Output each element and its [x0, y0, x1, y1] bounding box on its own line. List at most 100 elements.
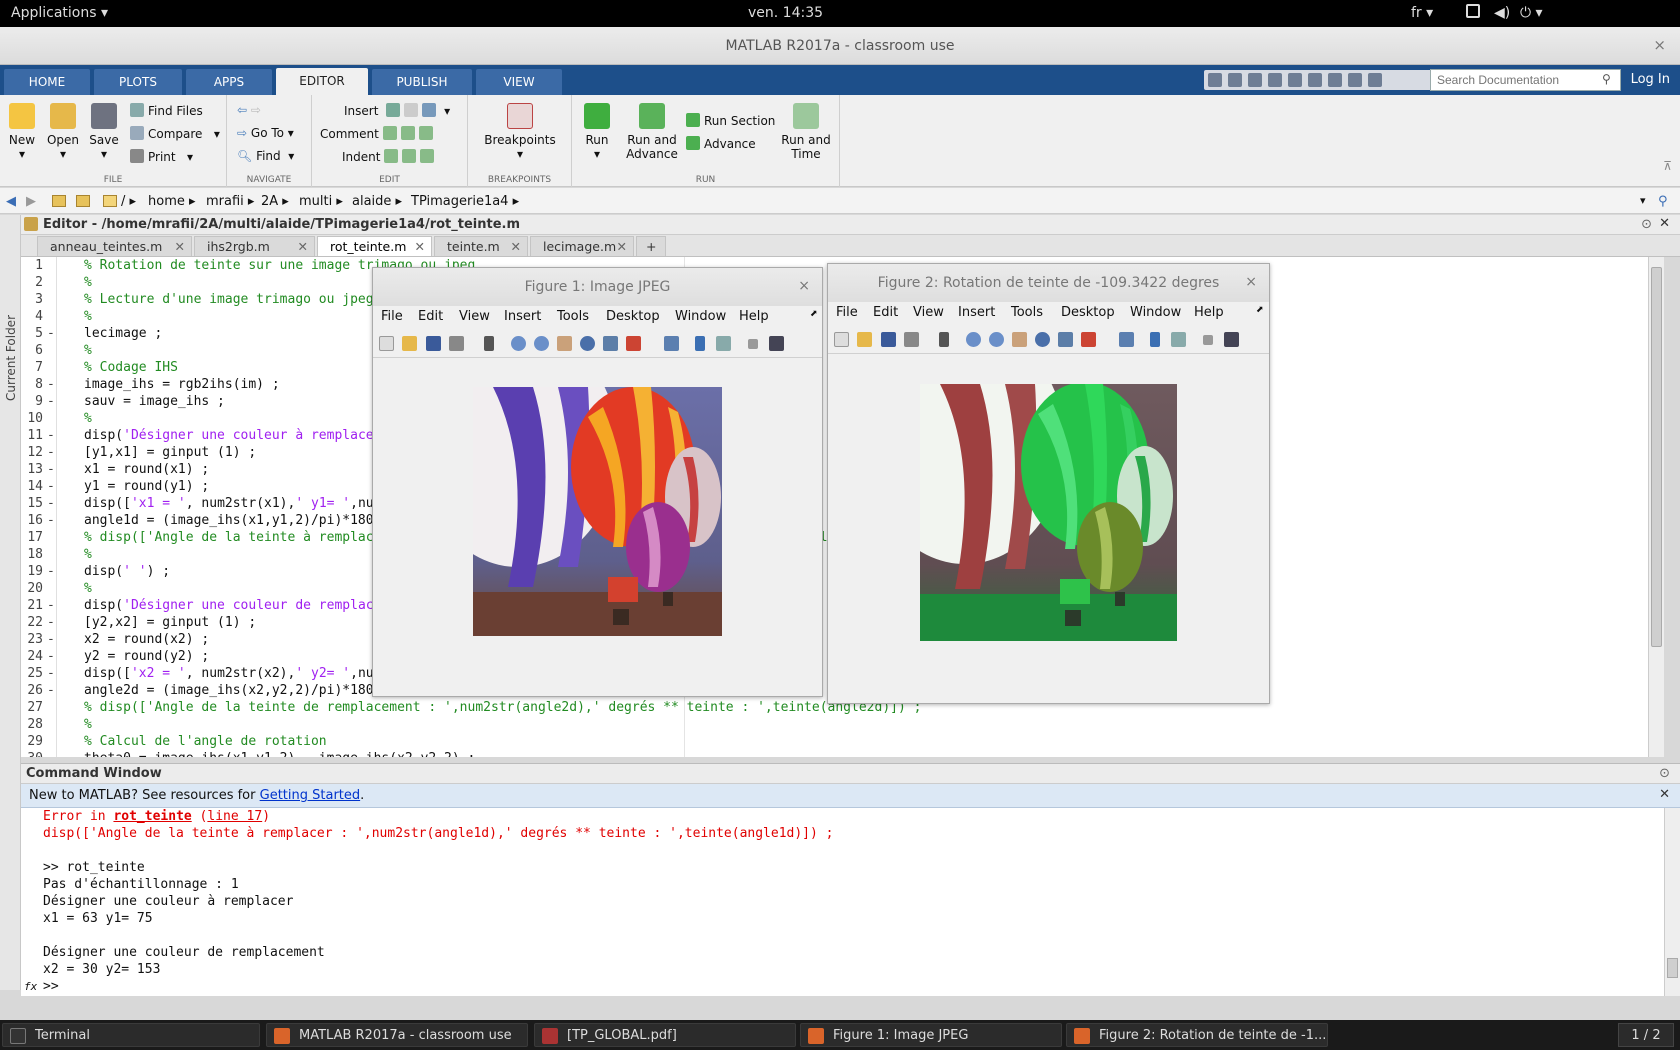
compare-button[interactable]: Compare ▾ — [130, 126, 220, 141]
save-button[interactable]: Save ▾ — [86, 103, 122, 161]
applications-menu[interactable]: Applications ▾ — [11, 5, 108, 21]
code-line[interactable]: 30- theta0 = image_ihs(x1,y1,2) - image_i… — [21, 750, 1641, 757]
undo-icon[interactable] — [1308, 73, 1322, 87]
editor-close-icon[interactable]: ✕ — [1659, 216, 1670, 231]
menu-help[interactable]: Help — [739, 309, 769, 324]
language-indicator[interactable]: fr ▾ — [1411, 5, 1433, 21]
volume-icon[interactable]: ◀) — [1494, 5, 1510, 21]
copy-icon[interactable] — [1268, 73, 1282, 87]
search-documentation-input[interactable] — [1430, 69, 1621, 91]
code-line[interactable]: 28% — [21, 716, 1641, 733]
breakpoint-marker[interactable]: - — [47, 478, 55, 495]
link-plot-icon[interactable] — [664, 336, 679, 351]
browse-folder-icon[interactable] — [76, 195, 90, 207]
path-dropdown-icon[interactable]: ▾ — [1640, 194, 1646, 207]
advance-button[interactable]: Advance — [686, 136, 756, 151]
menu-view[interactable]: View — [913, 305, 944, 320]
breakpoint-marker[interactable]: - — [47, 682, 55, 699]
tab-plots[interactable]: PLOTS — [94, 69, 182, 95]
switch-windows-icon[interactable] — [1348, 73, 1362, 87]
colorbar-icon[interactable] — [695, 336, 705, 351]
menu-desktop[interactable]: Desktop — [606, 309, 660, 324]
banner-close-icon[interactable]: ✕ — [1659, 787, 1670, 802]
breakpoint-marker[interactable]: - — [47, 393, 55, 410]
up-folder-icon[interactable] — [52, 195, 66, 207]
breakpoint-marker[interactable]: - — [47, 750, 55, 757]
hide-plot-tools-icon[interactable] — [748, 339, 758, 349]
colorbar-icon[interactable] — [1150, 332, 1160, 347]
save-figure-icon[interactable] — [426, 336, 441, 351]
tab-view[interactable]: VIEW — [476, 69, 562, 95]
scrollbar-thumb[interactable] — [1651, 267, 1662, 647]
zoom-out-icon[interactable] — [989, 332, 1004, 347]
command-prompt[interactable]: >> — [43, 978, 59, 995]
legend-icon[interactable] — [1171, 332, 1186, 347]
breakpoint-marker[interactable]: - — [47, 648, 55, 665]
figure2-window[interactable]: Figure 2: Rotation de teinte de -109.342… — [827, 263, 1270, 704]
brush-icon[interactable] — [1081, 332, 1096, 347]
new-tab-button[interactable]: + — [636, 236, 666, 256]
taskbar-figure2[interactable]: Figure 2: Rotation de teinte de -1... — [1066, 1023, 1328, 1047]
breakpoint-marker[interactable]: - — [47, 427, 55, 444]
help-icon[interactable] — [1368, 73, 1382, 87]
show-plot-tools-icon[interactable] — [1224, 332, 1239, 347]
code-line[interactable]: 29 % Calcul de l'angle de rotation — [21, 733, 1641, 750]
menu-expand-icon[interactable]: ⬈ — [810, 309, 818, 319]
breakpoint-marker[interactable]: - — [47, 461, 55, 478]
brush-icon[interactable] — [626, 336, 641, 351]
figure1-close-icon[interactable]: × — [798, 278, 810, 294]
menu-insert[interactable]: Insert — [504, 309, 541, 324]
go-to-button[interactable]: ⇨ Go To ▾ — [237, 126, 294, 140]
menu-insert[interactable]: Insert — [958, 305, 995, 320]
taskbar-pdf[interactable]: [TP_GLOBAL.pdf] — [534, 1023, 796, 1047]
run-and-advance-button[interactable]: Run and Advance — [622, 103, 682, 161]
breakpoint-marker[interactable]: - — [47, 325, 55, 342]
menu-view[interactable]: View — [459, 309, 490, 324]
rotate-3d-icon[interactable] — [580, 336, 595, 351]
data-cursor-icon[interactable] — [603, 336, 618, 351]
back-forward-buttons[interactable]: ⇦ ⇨ — [237, 103, 261, 117]
tab-apps[interactable]: APPS — [186, 69, 272, 95]
tab-publish[interactable]: PUBLISH — [372, 69, 472, 95]
legend-icon[interactable] — [716, 336, 731, 351]
taskbar-figure1[interactable]: Figure 1: Image JPEG — [800, 1023, 1062, 1047]
print-figure-icon[interactable] — [904, 332, 919, 347]
zoom-in-icon[interactable] — [966, 332, 981, 347]
login-link[interactable]: Log In — [1631, 72, 1670, 87]
command-window-scrollbar[interactable] — [1664, 808, 1680, 996]
breakpoint-marker[interactable]: - — [47, 631, 55, 648]
search-icon[interactable]: ⚲ — [1602, 72, 1611, 86]
command-scrollbar-thumb[interactable] — [1667, 958, 1678, 978]
breakpoint-marker[interactable]: - — [47, 597, 55, 614]
menu-help[interactable]: Help — [1194, 305, 1224, 320]
breakpoint-marker[interactable]: - — [47, 614, 55, 631]
breadcrumb-2a[interactable]: 2A ▸ — [261, 194, 289, 209]
taskbar-terminal[interactable]: Terminal — [2, 1023, 260, 1047]
print-figure-icon[interactable] — [449, 336, 464, 351]
save-figure-icon[interactable] — [881, 332, 896, 347]
forward-icon[interactable]: ▶ — [26, 194, 36, 209]
find-files-button[interactable]: Find Files — [130, 103, 203, 118]
insert-button[interactable]: Insert ▾ — [344, 103, 450, 118]
rotate-3d-icon[interactable] — [1035, 332, 1050, 347]
current-folder-side-panel[interactable]: Current Folder — [0, 215, 21, 990]
data-cursor-icon[interactable] — [1058, 332, 1073, 347]
new-figure-icon[interactable] — [379, 336, 394, 351]
menu-file[interactable]: File — [381, 309, 403, 324]
clock[interactable]: ven. 14:35 — [748, 5, 823, 21]
power-icon[interactable]: ⏻ ▾ — [1520, 5, 1543, 21]
run-button[interactable]: Run ▾ — [576, 103, 618, 161]
editor-tab-anneau-teintes[interactable]: anneau_teintes.m ✕ — [37, 236, 192, 256]
breadcrumb-home[interactable]: home ▸ — [148, 194, 196, 209]
menu-window[interactable]: Window — [1130, 305, 1181, 320]
open-file-icon[interactable] — [402, 336, 417, 351]
find-button[interactable]: 🔍︎ Find ▾ — [237, 149, 294, 163]
editor-tab-teinte[interactable]: teinte.m ✕ — [434, 236, 528, 256]
zoom-out-icon[interactable] — [534, 336, 549, 351]
menu-edit[interactable]: Edit — [418, 309, 443, 324]
menu-edit[interactable]: Edit — [873, 305, 898, 320]
print-button[interactable]: Print ▾ — [130, 149, 193, 164]
window-switch-icon[interactable] — [1466, 4, 1480, 18]
zoom-in-icon[interactable] — [511, 336, 526, 351]
command-window-output[interactable]: Error in rot_teinte (line 17) disp(['Ang… — [21, 808, 1664, 996]
